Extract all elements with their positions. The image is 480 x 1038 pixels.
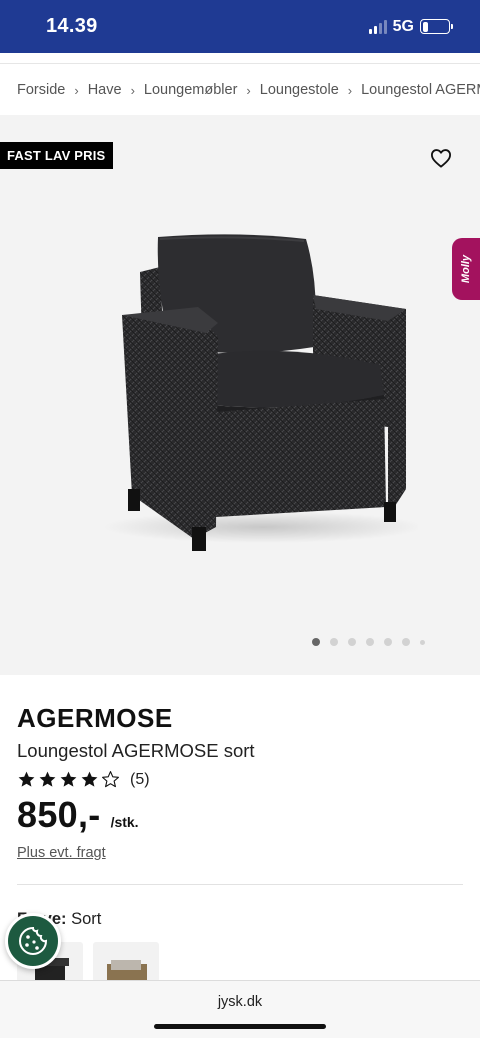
home-indicator[interactable] bbox=[154, 1024, 326, 1029]
chevron-right-icon: › bbox=[74, 82, 79, 98]
color-value: Sort bbox=[71, 910, 102, 928]
freight-link[interactable]: Plus evt. fragt bbox=[17, 845, 106, 861]
signal-icon bbox=[368, 19, 387, 34]
cookie-icon bbox=[19, 926, 48, 955]
gallery-pagination[interactable] bbox=[312, 638, 425, 646]
product-price: 850,- /stk. bbox=[17, 794, 139, 836]
chair-thumbnail-icon bbox=[107, 960, 147, 982]
price-value: 850,- bbox=[17, 794, 101, 835]
product-name: Loungestol AGERMOSE sort bbox=[17, 740, 255, 761]
pagination-dot[interactable] bbox=[366, 638, 374, 646]
product-rating[interactable]: (5) bbox=[17, 770, 150, 789]
status-indicators: 5G bbox=[368, 17, 453, 36]
pagination-dot[interactable] bbox=[384, 638, 392, 646]
breadcrumb-item[interactable]: Forside bbox=[17, 82, 65, 98]
pagination-dot[interactable] bbox=[420, 639, 425, 645]
price-badge: FAST LAV PRIS bbox=[0, 142, 114, 169]
molly-chat-label: Molly bbox=[460, 254, 472, 284]
price-unit: /stk. bbox=[110, 814, 139, 830]
breadcrumb-item[interactable]: Loungestol AGERMOSE bbox=[361, 82, 480, 98]
cookie-settings-button[interactable] bbox=[5, 913, 61, 969]
star-filled-icon bbox=[18, 771, 35, 787]
star-filled-icon bbox=[60, 771, 77, 787]
product-brand: AGERMOSE bbox=[17, 703, 173, 733]
network-label: 5G bbox=[392, 17, 414, 35]
pagination-dot[interactable] bbox=[312, 638, 320, 646]
star-filled-icon bbox=[39, 771, 56, 787]
pagination-dot[interactable] bbox=[330, 638, 338, 646]
review-count[interactable]: (5) bbox=[130, 771, 150, 789]
breadcrumb: Forside › Have › Loungemøbler › Loungestole › Lo… bbox=[17, 80, 480, 100]
status-bar: 14.39 5G bbox=[0, 0, 480, 53]
star-outline-icon bbox=[102, 771, 119, 788]
chevron-right-icon: › bbox=[347, 82, 353, 98]
molly-chat-tab[interactable]: Molly bbox=[452, 238, 480, 300]
browser-url-bar[interactable]: jysk.dk bbox=[0, 980, 480, 1038]
battery-level bbox=[422, 21, 428, 32]
color-variant-thumb[interactable] bbox=[93, 942, 159, 982]
heart-outline-icon[interactable] bbox=[430, 148, 452, 168]
chevron-right-icon: › bbox=[130, 82, 135, 98]
product-image bbox=[103, 234, 418, 551]
header-divider bbox=[0, 63, 480, 64]
star-filled-icon bbox=[81, 771, 98, 787]
breadcrumb-item[interactable]: Have bbox=[88, 82, 122, 98]
breadcrumb-item[interactable]: Loungestole bbox=[260, 82, 339, 98]
rating-stars bbox=[17, 770, 120, 789]
browser-url[interactable]: jysk.dk bbox=[0, 994, 480, 1010]
product-gallery[interactable]: FAST LAV PRIS Molly bbox=[0, 115, 480, 675]
breadcrumb-item[interactable]: Loungemøbler bbox=[144, 82, 238, 98]
status-time: 14.39 bbox=[46, 15, 98, 37]
section-divider bbox=[17, 884, 463, 885]
pagination-dot[interactable] bbox=[348, 638, 356, 646]
battery-icon bbox=[420, 19, 453, 34]
pagination-dot[interactable] bbox=[402, 638, 410, 646]
chevron-right-icon: › bbox=[246, 82, 251, 98]
